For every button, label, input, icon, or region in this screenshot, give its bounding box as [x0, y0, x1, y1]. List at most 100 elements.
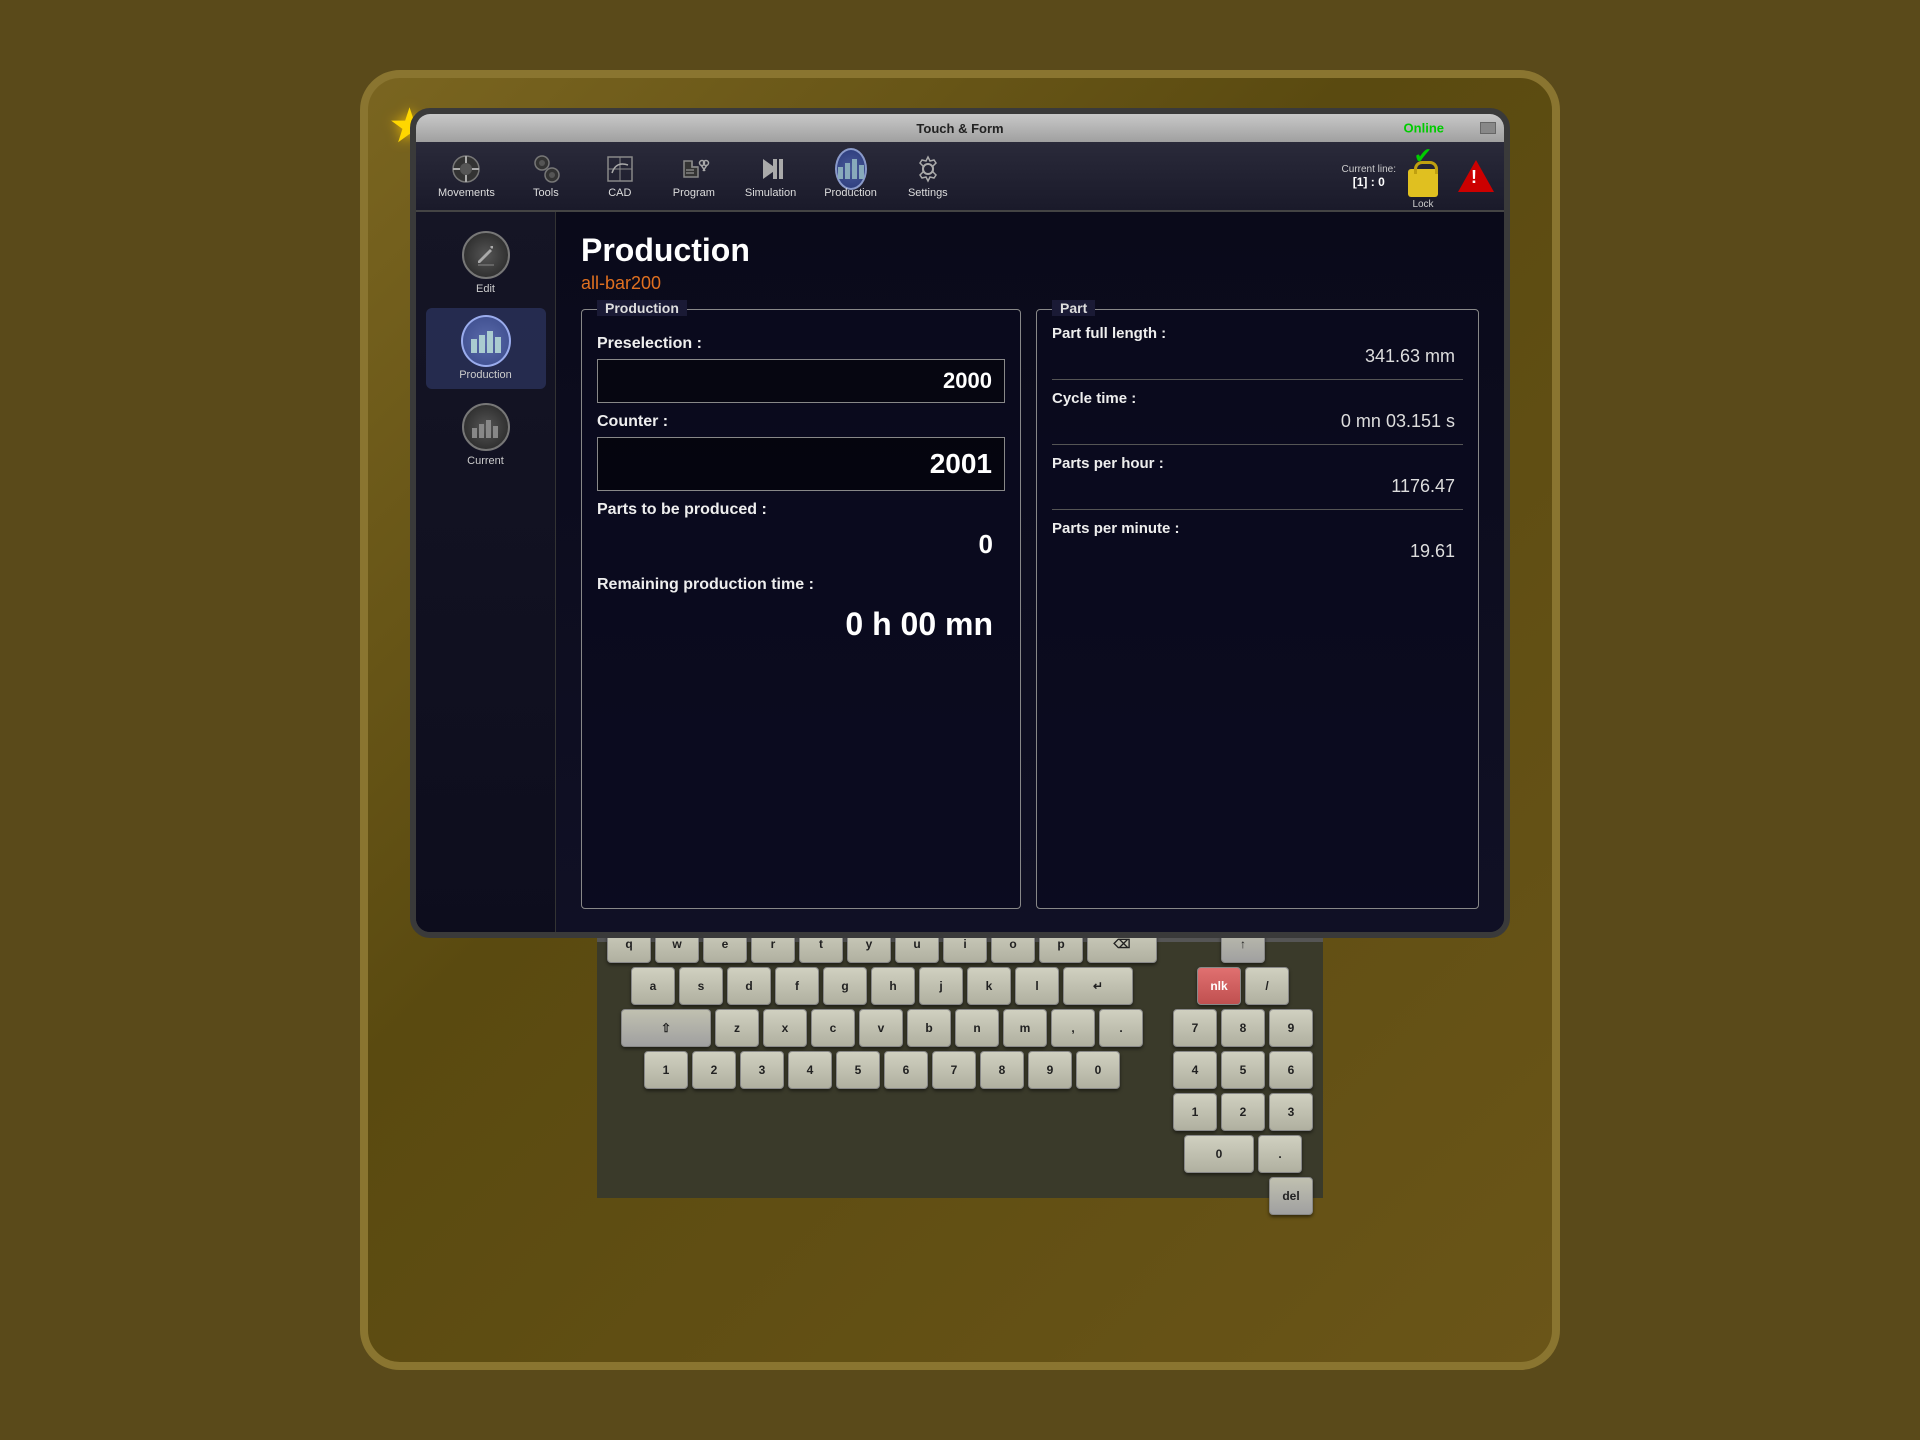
- key-num0[interactable]: 0: [1184, 1135, 1254, 1173]
- page-subtitle: all-bar200: [581, 273, 1479, 294]
- key-n[interactable]: n: [955, 1009, 999, 1047]
- production-icon: [835, 153, 867, 185]
- toolbar: Movements Tools: [416, 142, 1504, 212]
- current-icon: [461, 402, 511, 452]
- remaining-time-label: Remaining production time :: [597, 576, 1005, 594]
- divider-1: [1052, 379, 1463, 380]
- sidebar-item-edit[interactable]: Edit: [426, 222, 546, 303]
- key-m[interactable]: m: [1003, 1009, 1047, 1047]
- main-content: Edit Production: [416, 212, 1504, 932]
- keyboard-row-2: a s d f g h j k l ↵: [607, 967, 1157, 1005]
- key-slash[interactable]: /: [1245, 967, 1289, 1005]
- sidebar: Edit Production: [416, 212, 556, 932]
- sidebar-item-current[interactable]: Current: [426, 394, 546, 475]
- current-line-label: Current line:: [1342, 164, 1396, 175]
- parts-to-produce-value: 0: [597, 525, 1005, 568]
- key-num9[interactable]: 9: [1269, 1009, 1313, 1047]
- lock-icon[interactable]: [1408, 169, 1438, 197]
- key-del[interactable]: del: [1269, 1177, 1313, 1215]
- key-c[interactable]: c: [811, 1009, 855, 1047]
- machine-frame: ★ Touch & Form Online: [360, 70, 1560, 1370]
- key-g[interactable]: g: [823, 967, 867, 1005]
- key-num1[interactable]: 1: [1173, 1093, 1217, 1131]
- minimize-button[interactable]: [1480, 122, 1496, 134]
- status-bar: TB BASE_DUBGRAS_TP 1.2 54.49781: [416, 932, 1504, 938]
- key-num4[interactable]: 4: [1173, 1051, 1217, 1089]
- key-num5[interactable]: 5: [1221, 1051, 1265, 1089]
- full-length-label: Part full length :: [1052, 325, 1463, 342]
- parts-per-minute-field: Parts per minute : 19.61: [1052, 520, 1463, 562]
- parts-per-hour-field: Parts per hour : 1176.47: [1052, 455, 1463, 497]
- key-a[interactable]: a: [631, 967, 675, 1005]
- key-l[interactable]: l: [1015, 967, 1059, 1005]
- toolbar-settings[interactable]: Settings: [893, 149, 963, 203]
- key-period[interactable]: .: [1099, 1009, 1143, 1047]
- key-f[interactable]: f: [775, 967, 819, 1005]
- toolbar-movements[interactable]: Movements: [426, 149, 507, 203]
- part-panel: Part Part full length : 341.63 mm Cycle …: [1036, 309, 1479, 909]
- page-title: Production: [581, 232, 1479, 269]
- key-num-dot[interactable]: .: [1258, 1135, 1302, 1173]
- numpad-row-4: 1 2 3: [1173, 1093, 1313, 1131]
- key-num3[interactable]: 3: [1269, 1093, 1313, 1131]
- program-label: Program: [673, 187, 715, 199]
- key-x[interactable]: x: [763, 1009, 807, 1047]
- title-bar: Touch & Form Online: [416, 114, 1504, 142]
- settings-icon: [912, 153, 944, 185]
- keyboard-row-3: ⇧ z x c v b n m , .: [607, 1009, 1157, 1047]
- parts-to-produce-label: Parts to be produced :: [597, 501, 1005, 519]
- key-k[interactable]: k: [967, 967, 1011, 1005]
- key-j[interactable]: j: [919, 967, 963, 1005]
- key-shift[interactable]: ⇧: [621, 1009, 711, 1047]
- key-2[interactable]: 2: [692, 1051, 736, 1089]
- key-5[interactable]: 5: [836, 1051, 880, 1089]
- lock-label: Lock: [1412, 199, 1433, 210]
- key-9[interactable]: 9: [1028, 1051, 1072, 1089]
- key-4[interactable]: 4: [788, 1051, 832, 1089]
- key-8[interactable]: 8: [980, 1051, 1024, 1089]
- key-num7[interactable]: 7: [1173, 1009, 1217, 1047]
- key-1[interactable]: 1: [644, 1051, 688, 1089]
- key-num2[interactable]: 2: [1221, 1093, 1265, 1131]
- key-s[interactable]: s: [679, 967, 723, 1005]
- production-sidebar-icon: [461, 316, 511, 366]
- numpad-row-2: 7 8 9: [1173, 1009, 1313, 1047]
- key-d[interactable]: d: [727, 967, 771, 1005]
- key-b[interactable]: b: [907, 1009, 951, 1047]
- key-h[interactable]: h: [871, 967, 915, 1005]
- key-num6[interactable]: 6: [1269, 1051, 1313, 1089]
- current-line-display: Current line: [1] : 0: [1342, 164, 1396, 189]
- divider-2: [1052, 444, 1463, 445]
- key-0[interactable]: 0: [1076, 1051, 1120, 1089]
- counter-label: Counter :: [597, 413, 1005, 431]
- sidebar-item-production[interactable]: Production: [426, 308, 546, 389]
- warning-button[interactable]: [1458, 160, 1494, 192]
- parts-per-hour-value: 1176.47: [1052, 476, 1463, 497]
- edit-label: Edit: [476, 283, 495, 295]
- preselection-value[interactable]: 2000: [597, 359, 1005, 403]
- key-z[interactable]: z: [715, 1009, 759, 1047]
- keyboard-area: q w e r t y u i o p ⌫ a s d f: [597, 938, 1323, 1198]
- full-length-value: 341.63 mm: [1052, 346, 1463, 367]
- toolbar-simulation[interactable]: Simulation: [733, 149, 808, 203]
- panels-row: Production Preselection : 2000 Counter :…: [581, 309, 1479, 909]
- key-num8[interactable]: 8: [1221, 1009, 1265, 1047]
- key-7[interactable]: 7: [932, 1051, 976, 1089]
- key-3[interactable]: 3: [740, 1051, 784, 1089]
- divider-3: [1052, 509, 1463, 510]
- toolbar-production[interactable]: Production: [812, 149, 889, 203]
- key-v[interactable]: v: [859, 1009, 903, 1047]
- toolbar-tools[interactable]: Tools: [511, 149, 581, 203]
- settings-label: Settings: [908, 187, 948, 199]
- counter-value[interactable]: 2001: [597, 437, 1005, 491]
- key-enter[interactable]: ↵: [1063, 967, 1133, 1005]
- key-6[interactable]: 6: [884, 1051, 928, 1089]
- toolbar-cad[interactable]: CAD: [585, 149, 655, 203]
- screen-bezel: Touch & Form Online Movements: [410, 108, 1510, 938]
- numpad-row-5: 0 .: [1173, 1135, 1313, 1173]
- toolbar-program[interactable]: Program: [659, 149, 729, 203]
- key-comma[interactable]: ,: [1051, 1009, 1095, 1047]
- key-nlk[interactable]: nlk: [1197, 967, 1241, 1005]
- app-title: Touch & Form: [916, 121, 1003, 136]
- check-lock-area: ✔ Lock: [1408, 143, 1438, 210]
